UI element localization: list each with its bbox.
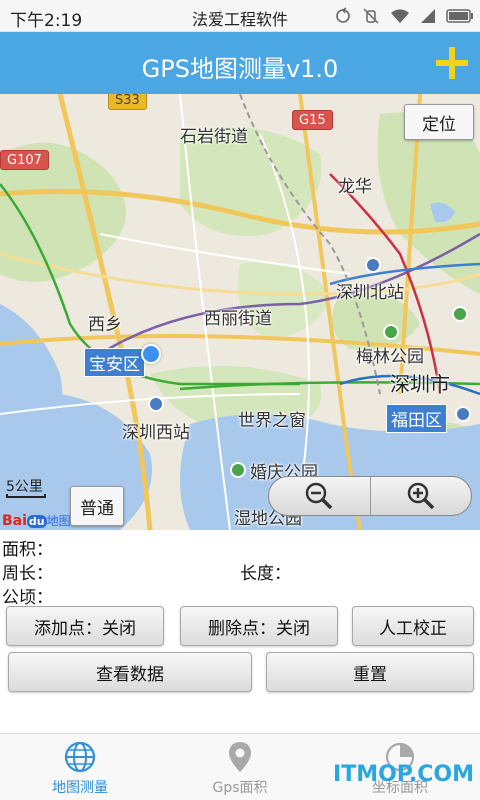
globe-icon	[64, 741, 96, 773]
park-icon	[383, 324, 399, 340]
status-icons	[334, 5, 474, 27]
tab-label-gps-area: Gps面积	[212, 780, 268, 796]
zoom-controls	[268, 476, 472, 516]
title-bar: GPS地图测量v1.0	[0, 32, 480, 94]
view-data-button[interactable]: 查看数据	[8, 652, 252, 692]
zoom-in-button[interactable]	[369, 477, 472, 515]
place-label-shenzhen-north: 深圳北站	[336, 283, 404, 303]
place-label-meilin: 梅林公园	[356, 347, 424, 367]
district-label-baoan: 宝安区	[84, 348, 145, 377]
status-bar: 下午2:19 法爱工程软件	[0, 0, 480, 32]
baidu-logo-du: du	[26, 515, 47, 528]
current-location-marker	[141, 344, 161, 364]
scale-bar	[6, 494, 46, 498]
place-label-shiyan: 石岩街道	[180, 127, 248, 147]
train-station-icon	[148, 396, 164, 412]
page-title: GPS地图测量v1.0	[141, 55, 339, 83]
train-station-icon	[365, 257, 381, 273]
map-pin-icon	[229, 742, 251, 772]
place-label-xixiang: 西乡	[88, 315, 122, 335]
area-label: 面积：	[2, 540, 53, 560]
road-tag-s33: S33	[108, 94, 147, 110]
hectare-label: 公顷：	[2, 588, 53, 608]
place-label-longhua: 龙华	[338, 177, 372, 197]
scale-label: 5公里	[6, 479, 43, 495]
poi-icon	[455, 406, 471, 422]
add-button[interactable]	[432, 43, 472, 83]
place-label-shenzhen-city: 深圳市	[390, 372, 450, 396]
zoom-out-icon	[306, 482, 333, 510]
baidu-logo-text: Bai	[2, 513, 27, 529]
district-label-futian: 福田区	[386, 404, 447, 433]
battery-icon	[446, 9, 473, 23]
watermark: ITMOP.COM	[333, 762, 474, 787]
place-label-window-world: 世界之窗	[238, 411, 306, 431]
tab-map-measure[interactable]: 地图测量	[0, 734, 160, 800]
map-type-button[interactable]: 普通	[70, 486, 124, 526]
reset-button[interactable]: 重置	[266, 652, 474, 692]
plus-icon	[436, 47, 468, 79]
zoom-in-icon	[407, 482, 434, 510]
tab-label-map-measure: 地图测量	[52, 780, 108, 796]
perimeter-label: 周长：	[2, 564, 53, 584]
wifi-icon	[391, 9, 409, 23]
place-label-xili: 西丽街道	[204, 309, 272, 329]
map-view[interactable]: S33 G15 G107 石岩街道 龙华 深圳北站 西乡 西丽街道 梅林公园 宝…	[0, 94, 480, 530]
place-label-shenzhen-west: 深圳西站	[122, 423, 190, 443]
zoom-out-button[interactable]	[269, 477, 370, 515]
tab-gps-area[interactable]: Gps面积	[160, 734, 320, 800]
delete-point-toggle[interactable]: 删除点：关闭	[180, 606, 338, 646]
signal-icon	[421, 9, 435, 23]
manual-calibrate-button[interactable]: 人工校正	[352, 606, 474, 646]
mute-icon	[363, 8, 379, 24]
baidu-logo: Bai du 地图	[2, 512, 71, 529]
park-icon	[230, 462, 246, 478]
road-tag-g15: G15	[292, 110, 333, 130]
park-icon	[452, 306, 468, 322]
sync-icon	[336, 7, 350, 23]
baidu-logo-map: 地图	[46, 514, 71, 528]
road-tag-g107: G107	[0, 150, 49, 170]
add-point-toggle[interactable]: 添加点：关闭	[6, 606, 164, 646]
length-label: 长度：	[240, 564, 291, 584]
locate-button[interactable]: 定位	[404, 104, 474, 140]
